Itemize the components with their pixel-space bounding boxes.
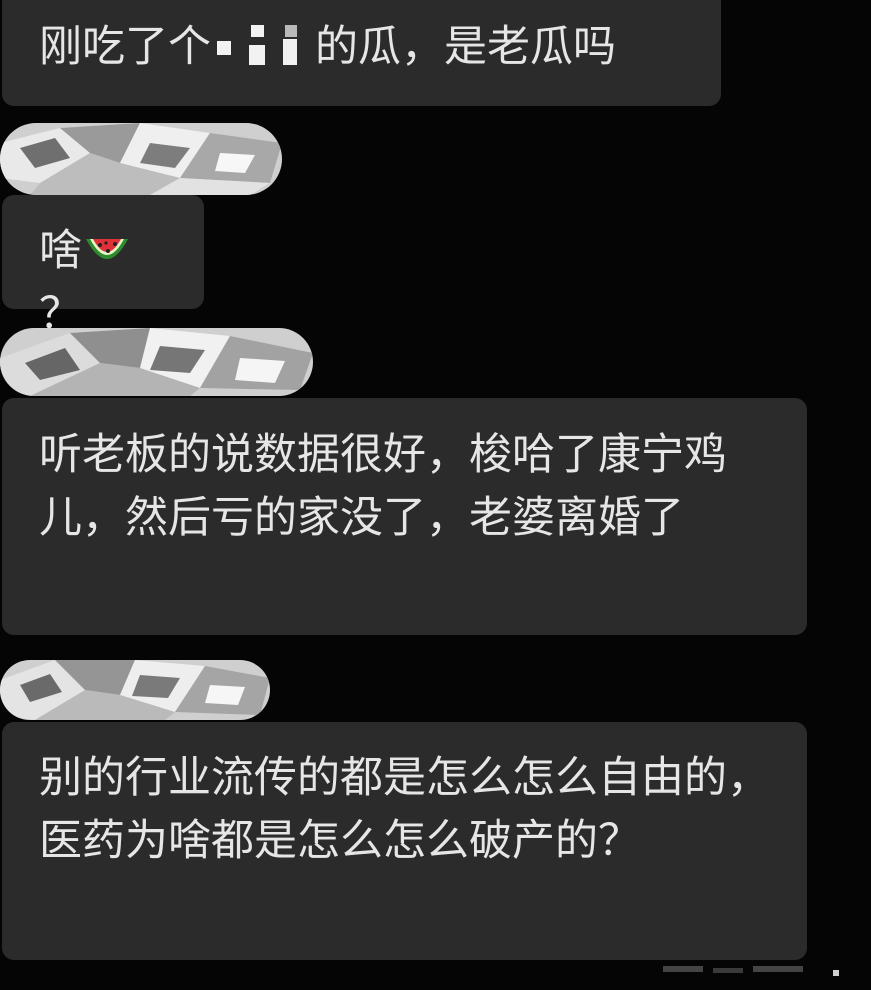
chat-bubble-4[interactable]: 别的行业流传的都是怎么怎么自由的，医药为啥都是怎么怎么破产的？ — [2, 722, 807, 960]
message-text: 刚吃了个 的瓜，是老瓜吗 — [39, 22, 616, 72]
chat-bubble-1[interactable]: 刚吃了个 的瓜，是老瓜吗 — [2, 0, 721, 106]
watermelon-icon — [86, 238, 128, 259]
redacted-username — [0, 660, 270, 720]
redacted-username — [0, 123, 282, 195]
mosaic-artifact — [663, 966, 839, 976]
message-text: 别的行业流传的都是怎么怎么自由的，医药为啥都是怎么怎么破产的？ — [39, 753, 770, 866]
censored-mosaic — [213, 24, 313, 67]
redacted-username — [0, 328, 313, 396]
chat-bubble-2[interactable]: 啥？ — [2, 195, 204, 339]
message-text: 听老板的说数据很好，梭哈了康宁鸡儿，然后亏的家没了，老婆离婚了 — [39, 430, 727, 543]
chat-bubble-3[interactable]: 听老板的说数据很好，梭哈了康宁鸡儿，然后亏的家没了，老婆离婚了 — [2, 398, 807, 635]
